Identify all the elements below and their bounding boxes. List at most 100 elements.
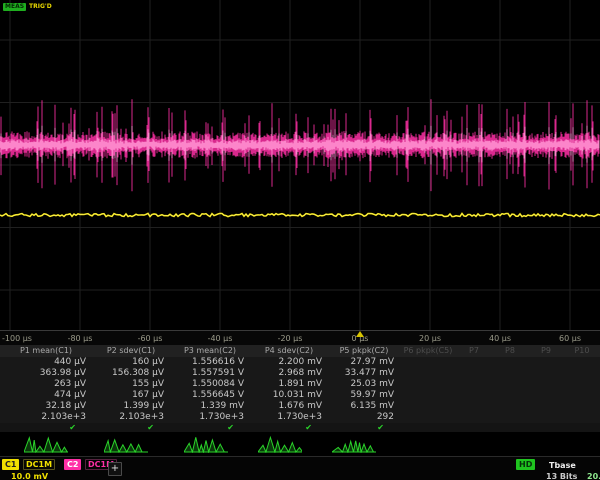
measure-cell bbox=[400, 379, 456, 390]
channel1-badge[interactable]: C1 bbox=[2, 459, 19, 470]
measure-cell bbox=[400, 390, 456, 401]
measure-cell: 2.103e+3 bbox=[0, 412, 92, 423]
measure-cell: 1.556645 V bbox=[170, 390, 250, 401]
measure-cell: 1.730e+3 bbox=[170, 412, 250, 423]
measure-cell bbox=[492, 379, 528, 390]
measure-cell bbox=[564, 390, 600, 401]
measure-cell bbox=[456, 379, 492, 390]
timebase-label[interactable]: Tbase bbox=[546, 460, 579, 471]
measure-cell: 160 µV bbox=[92, 357, 170, 368]
measure-cell bbox=[492, 368, 528, 379]
measurement-table: P1 mean(C1)P2 sdev(C1)P3 mean(C2)P4 sdev… bbox=[0, 345, 600, 432]
measure-status-check-icon bbox=[456, 423, 492, 432]
measure-cell bbox=[492, 401, 528, 412]
measure-column-header[interactable]: P4 sdev(C2) bbox=[250, 345, 328, 357]
hd-mode-badge[interactable]: HD bbox=[516, 459, 535, 470]
measure-cell bbox=[400, 412, 456, 423]
measure-column-header[interactable]: P6 pkpk(C5) bbox=[400, 345, 456, 357]
measure-cell: 33.477 mV bbox=[328, 368, 400, 379]
descriptor-bar: C1 DC1M 10.0 mV C2 DC1M + HD Tbase 13 Bi… bbox=[0, 456, 600, 480]
measure-cell: 440 µV bbox=[0, 357, 92, 368]
measure-cell: 27.97 mV bbox=[328, 357, 400, 368]
channel1-coupling[interactable]: DC1M bbox=[23, 459, 55, 470]
trigger-status-label: TRIG'D bbox=[29, 3, 52, 11]
time-tick-label: -100 µs bbox=[2, 334, 32, 343]
measure-cell: 1.339 mV bbox=[170, 401, 250, 412]
measure-cell bbox=[528, 412, 564, 423]
measure-cell: 2.103e+3 bbox=[92, 412, 170, 423]
waveform-display[interactable] bbox=[0, 0, 600, 330]
waveform-canvas[interactable] bbox=[0, 0, 600, 330]
measure-cell: 156.308 µV bbox=[92, 368, 170, 379]
channel2-badge[interactable]: C2 bbox=[64, 459, 81, 470]
measure-cell: 1.399 µV bbox=[92, 401, 170, 412]
time-axis: -100 µs-80 µs-60 µs-40 µs-20 µs0 µs20 µs… bbox=[0, 330, 600, 345]
measure-cell: 6.135 mV bbox=[328, 401, 400, 412]
measure-cell: 1.550084 V bbox=[170, 379, 250, 390]
measure-cell: 1.556616 V bbox=[170, 357, 250, 368]
measure-cell: 292 bbox=[328, 412, 400, 423]
measure-cell: 167 µV bbox=[92, 390, 170, 401]
measure-status-check-icon: ✔ bbox=[92, 423, 170, 432]
measure-row: 440 µV160 µV1.556616 V2.200 mV27.97 mV bbox=[0, 357, 600, 368]
measure-cell bbox=[400, 357, 456, 368]
measure-histicon[interactable] bbox=[104, 435, 148, 453]
measure-cell bbox=[456, 390, 492, 401]
measure-histicon[interactable] bbox=[258, 435, 302, 453]
measure-row: ✔✔✔✔✔ bbox=[0, 423, 600, 432]
time-tick-label: -80 µs bbox=[68, 334, 93, 343]
measure-cell: 32.18 µV bbox=[0, 401, 92, 412]
measure-cell bbox=[564, 412, 600, 423]
measure-status-check-icon bbox=[528, 423, 564, 432]
measure-status-check-icon: ✔ bbox=[0, 423, 92, 432]
timebase-scale[interactable]: 20.0 bbox=[584, 471, 600, 480]
acquisition-status: MEAS TRIG'D bbox=[3, 3, 52, 11]
measure-column-header[interactable]: P8 bbox=[492, 345, 528, 357]
measure-cell bbox=[492, 390, 528, 401]
measure-cell bbox=[456, 357, 492, 368]
measure-status-check-icon bbox=[400, 423, 456, 432]
trigger-time-marker[interactable] bbox=[356, 331, 364, 337]
measure-cell bbox=[492, 357, 528, 368]
measure-cell: 2.968 mV bbox=[250, 368, 328, 379]
histicon-row bbox=[0, 432, 600, 456]
measure-column-header[interactable]: P9 bbox=[528, 345, 564, 357]
channel1-scale[interactable]: 10.0 mV bbox=[8, 471, 51, 480]
measure-cell: 363.98 µV bbox=[0, 368, 92, 379]
measure-cell bbox=[528, 368, 564, 379]
measure-column-header[interactable]: P10 bbox=[564, 345, 600, 357]
time-tick-label: -40 µs bbox=[208, 334, 233, 343]
measure-column-header[interactable]: P3 mean(C2) bbox=[170, 345, 250, 357]
measure-row: 32.18 µV1.399 µV1.339 mV1.676 mV6.135 mV bbox=[0, 401, 600, 412]
measure-column-header[interactable]: P5 pkpk(C2) bbox=[328, 345, 400, 357]
measure-cell bbox=[528, 357, 564, 368]
measure-column-header[interactable]: P1 mean(C1) bbox=[0, 345, 92, 357]
time-tick-label: 60 µs bbox=[559, 334, 581, 343]
measure-cell bbox=[564, 401, 600, 412]
measure-status-check-icon bbox=[492, 423, 528, 432]
measure-cell bbox=[564, 379, 600, 390]
measure-histicon[interactable] bbox=[332, 435, 376, 453]
measure-row: 263 µV155 µV1.550084 V1.891 mV25.03 mV bbox=[0, 379, 600, 390]
measure-histicon[interactable] bbox=[184, 435, 228, 453]
measure-row: 474 µV167 µV1.556645 V10.031 mV59.97 mV bbox=[0, 390, 600, 401]
measure-column-header[interactable]: P2 sdev(C1) bbox=[92, 345, 170, 357]
measure-cell bbox=[456, 401, 492, 412]
measure-cell: 2.200 mV bbox=[250, 357, 328, 368]
measure-cell: 474 µV bbox=[0, 390, 92, 401]
measure-column-header[interactable]: P7 bbox=[456, 345, 492, 357]
cursor-crosshair-icon[interactable]: + bbox=[108, 462, 122, 476]
measure-cell bbox=[564, 357, 600, 368]
measure-cell bbox=[528, 390, 564, 401]
measure-cell: 59.97 mV bbox=[328, 390, 400, 401]
measure-histicon[interactable] bbox=[24, 435, 68, 453]
measure-status-check-icon bbox=[564, 423, 600, 432]
measure-cell bbox=[492, 412, 528, 423]
measure-cell bbox=[564, 368, 600, 379]
measure-cell: 25.03 mV bbox=[328, 379, 400, 390]
oscilloscope-screen: MEAS TRIG'D -100 µs-80 µs-60 µs-40 µs-20… bbox=[0, 0, 600, 480]
measure-cell: 263 µV bbox=[0, 379, 92, 390]
measure-status-check-icon: ✔ bbox=[250, 423, 328, 432]
measure-row: 2.103e+32.103e+31.730e+31.730e+3292 bbox=[0, 412, 600, 423]
measure-row: 363.98 µV156.308 µV1.557591 V2.968 mV33.… bbox=[0, 368, 600, 379]
